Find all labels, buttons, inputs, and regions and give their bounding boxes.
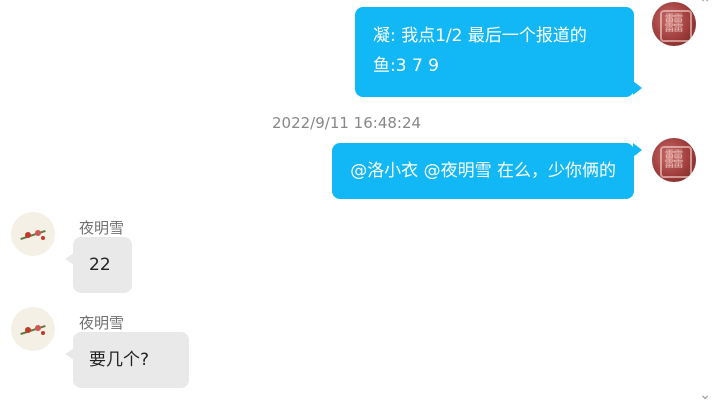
sender-name: 夜明雪 — [79, 314, 125, 332]
message-bubble[interactable]: 凝: 我点1/2 最后一个报道的 鱼:3 7 9 — [355, 7, 642, 97]
message-bubble[interactable]: 22 — [65, 237, 132, 293]
message-bubble[interactable]: @洛小衣 @夜明雪 在么，少你俩的 — [332, 143, 642, 199]
timestamp: 2022/9/11 16:48:24 — [272, 114, 422, 132]
sender-name: 夜明雪 — [79, 219, 125, 237]
message-text: @洛小衣 @夜明雪 在么，少你俩的 — [350, 161, 616, 181]
message-bubble[interactable]: 要几个? — [65, 332, 189, 388]
message-text: 22 — [89, 255, 111, 275]
message-text: 凝: 我点1/2 最后一个报道的 — [373, 26, 587, 46]
avatar[interactable] — [11, 307, 55, 351]
message-text: 鱼:3 7 9 — [373, 56, 439, 76]
message-text: 要几个? — [89, 350, 150, 370]
chevron-down-icon[interactable]: ⌄ — [699, 387, 711, 403]
avatar[interactable] — [11, 212, 55, 256]
avatar[interactable] — [652, 2, 696, 46]
avatar[interactable] — [652, 138, 696, 182]
chevron-up-icon[interactable]: ⌃ — [699, 0, 711, 12]
